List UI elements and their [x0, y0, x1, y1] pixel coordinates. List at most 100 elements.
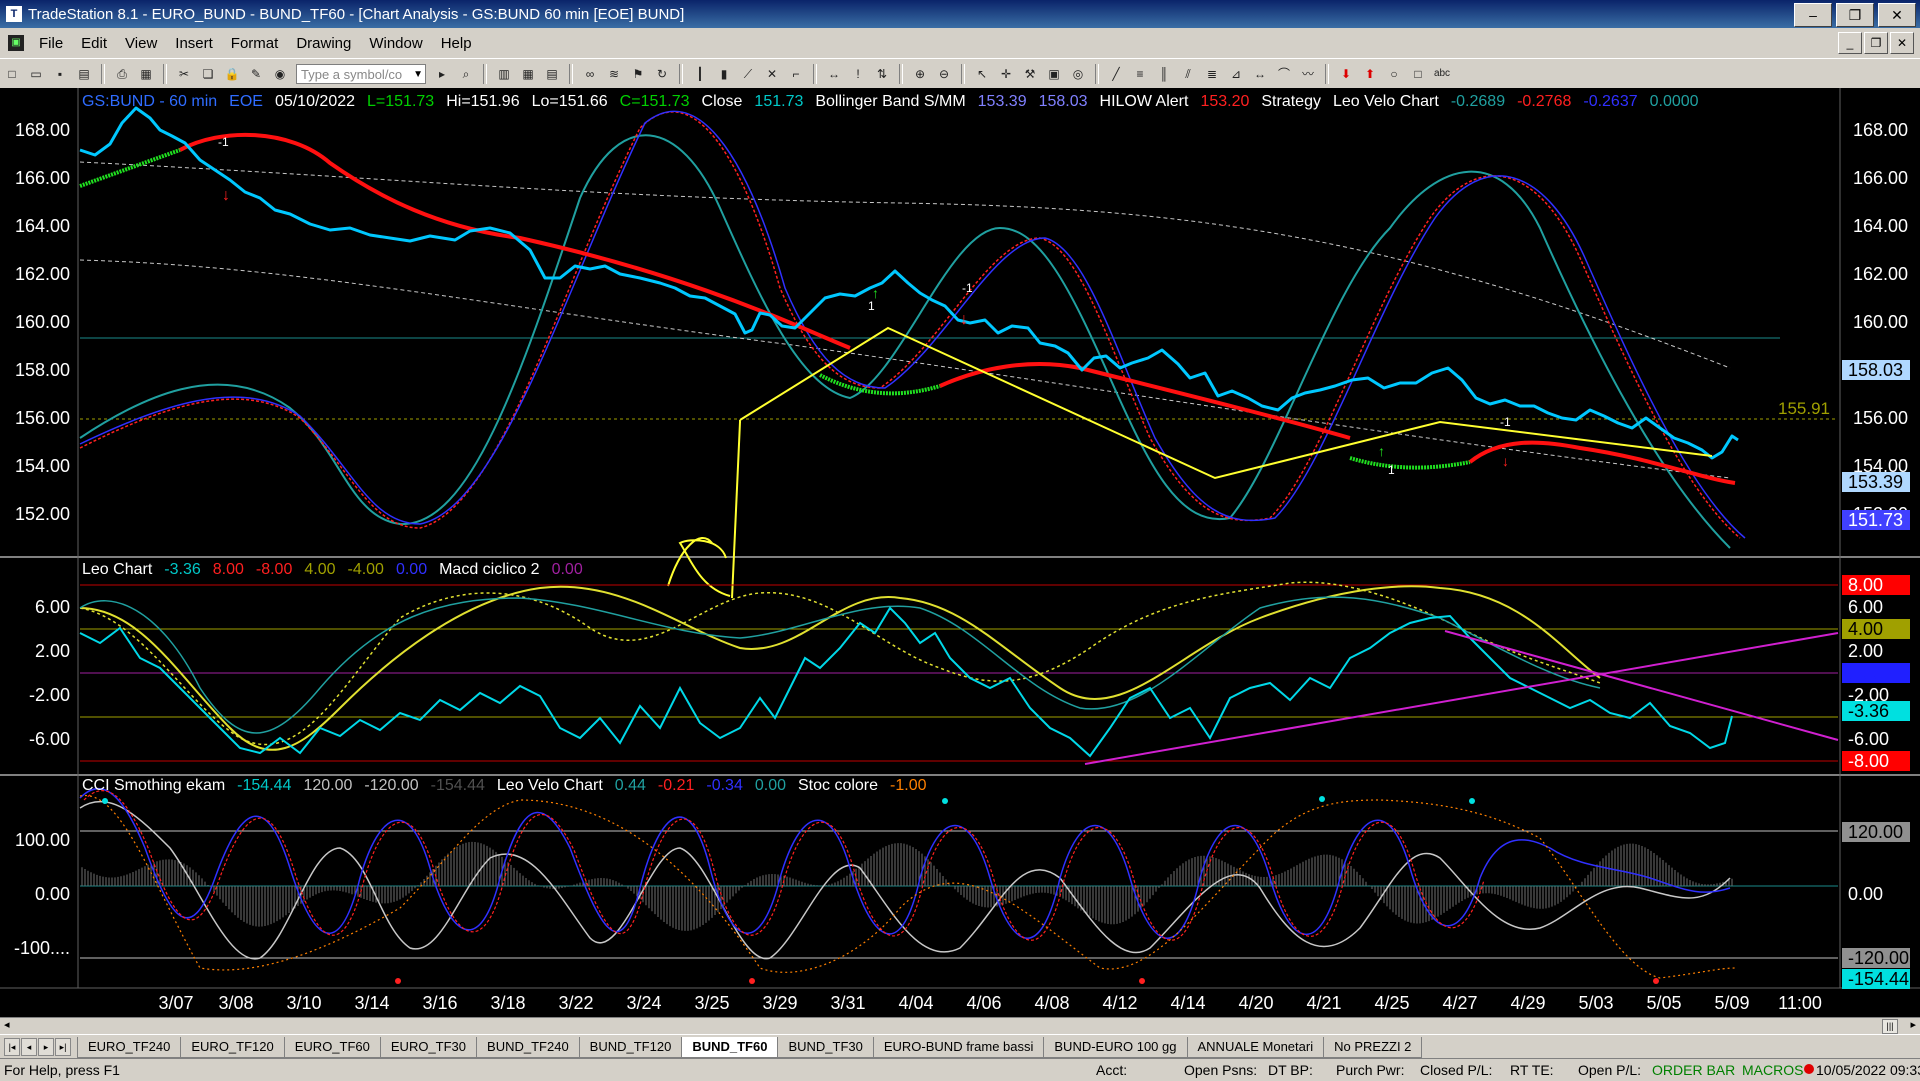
workspace-tab[interactable]: EURO_TF60 — [283, 1036, 381, 1058]
zoom-out-icon[interactable]: ⊖ — [934, 64, 954, 84]
stoc-dot[interactable] — [1469, 798, 1475, 804]
workspace-tab[interactable]: BUND_TF240 — [476, 1036, 580, 1058]
save-icon[interactable]: ▪ — [50, 64, 70, 84]
lock-icon[interactable]: 🔒 — [222, 64, 242, 84]
leo-teal-line[interactable] — [79, 596, 1601, 734]
scroll-right-icon[interactable]: ▸ — [1910, 1018, 1916, 1031]
arrow-down-icon[interactable]: ⬇ — [1336, 64, 1356, 84]
macd-yellow-dotted[interactable] — [79, 581, 1601, 746]
strategy-marker[interactable]: 1 — [1388, 463, 1395, 477]
workspace-tab[interactable]: EURO_TF30 — [379, 1036, 478, 1058]
symbol-input[interactable]: Type a symbol/co ▼ — [296, 64, 426, 84]
find-icon[interactable]: ⌕ — [456, 64, 476, 84]
horizontal-line-icon[interactable]: ≡ — [1130, 64, 1150, 84]
hilow-green-segment[interactable] — [819, 373, 941, 396]
arrow-icon[interactable]: ↔ — [1250, 64, 1270, 84]
zoom-in-icon[interactable]: ⊕ — [910, 64, 930, 84]
tab-first-icon[interactable]: |◂ — [4, 1038, 20, 1056]
gann-icon[interactable]: ⊿ — [1226, 64, 1246, 84]
cci-white-line[interactable] — [79, 800, 1731, 960]
channel-icon[interactable]: ⫽ — [1178, 64, 1198, 84]
data-window-icon[interactable]: ▣ — [1044, 64, 1064, 84]
tools-icon[interactable]: ⚒ — [1020, 64, 1040, 84]
print-icon[interactable]: ⎙ — [112, 64, 132, 84]
stoc-dot[interactable] — [1319, 796, 1325, 802]
workspace-tab[interactable]: EURO-BUND frame bassi — [872, 1036, 1045, 1058]
workspace-tab[interactable]: BUND_TF120 — [578, 1036, 683, 1058]
strategy-marker[interactable]: -1 — [962, 281, 973, 295]
strategy-marker[interactable]: 1 — [868, 299, 875, 313]
velo-teal-curve[interactable] — [79, 134, 1731, 549]
stoc-dot[interactable] — [749, 978, 755, 984]
workspace-tab[interactable]: BUND-EURO 100 gg — [1043, 1036, 1188, 1058]
strategy-marker[interactable]: -1 — [1500, 415, 1511, 429]
mdi-close-button[interactable]: ✕ — [1890, 32, 1914, 54]
stoc-dot[interactable] — [102, 798, 108, 804]
new-icon[interactable]: □ — [2, 64, 22, 84]
macros-button[interactable]: MACROS — [1742, 1062, 1803, 1078]
workspace-tab[interactable]: No PREZZI 2 — [1323, 1036, 1423, 1058]
strategy-icon[interactable]: ⚑ — [628, 64, 648, 84]
trendline-icon[interactable]: ╱ — [1106, 64, 1126, 84]
menu-drawing[interactable]: Drawing — [287, 35, 360, 52]
kagi-icon[interactable]: ⌐ — [786, 64, 806, 84]
close-button[interactable]: ✕ — [1878, 3, 1916, 27]
world-icon[interactable]: ◉ — [270, 64, 290, 84]
mdi-restore-button[interactable]: ❐ — [1864, 32, 1888, 54]
point-figure-icon[interactable]: ✕ — [762, 64, 782, 84]
save-all-icon[interactable]: ▤ — [74, 64, 94, 84]
chevron-down-icon[interactable]: ▼ — [413, 65, 423, 85]
menu-format[interactable]: Format — [222, 35, 288, 52]
chart-area[interactable]: -1 -1 -1 1 1 ↑ ↑ ↓ ↓ ↓ GS:BUND - 60 min E… — [0, 88, 1920, 1017]
restore-button[interactable]: ❐ — [1836, 3, 1874, 27]
workspace-tab[interactable]: EURO_TF240 — [77, 1036, 182, 1058]
fib-icon[interactable]: ≣ — [1202, 64, 1222, 84]
text-icon[interactable]: abc — [1432, 64, 1452, 84]
arc-icon[interactable]: ⌒ — [1274, 64, 1294, 84]
cycle-icon[interactable]: ◎ — [1068, 64, 1088, 84]
trendline-rising[interactable] — [1084, 632, 1839, 765]
ellipse-icon[interactable]: ○ — [1384, 64, 1404, 84]
horizontal-scrollbar[interactable]: ◂ ▸ ||| — [0, 1017, 1920, 1035]
workspace-tab[interactable]: BUND_TF60 — [681, 1036, 779, 1058]
strategy-marker[interactable]: -1 — [218, 135, 229, 149]
chart-svg[interactable]: -1 -1 -1 1 1 ↑ ↑ ↓ ↓ ↓ GS:BUND - 60 min E… — [0, 88, 1920, 1017]
workspace-tab[interactable]: BUND_TF30 — [777, 1036, 874, 1058]
marker-icon[interactable]: ⇅ — [872, 64, 892, 84]
mdi-minimize-button[interactable]: _ — [1838, 32, 1862, 54]
bar-spacing-icon[interactable]: ↔ — [824, 64, 844, 84]
menu-edit[interactable]: Edit — [72, 35, 116, 52]
cut-icon[interactable]: ✂ — [174, 64, 194, 84]
table-icon[interactable]: ▤ — [542, 64, 562, 84]
menu-view[interactable]: View — [116, 35, 166, 52]
macd-yellow-line[interactable] — [79, 585, 1601, 751]
open-icon[interactable]: ▭ — [26, 64, 46, 84]
bar-chart-icon[interactable]: ┃ — [690, 64, 710, 84]
grid-icon[interactable]: ▦ — [518, 64, 538, 84]
buy-arrow-icon[interactable]: ↑ — [1378, 443, 1385, 459]
sell-arrow-icon[interactable]: ↓ — [222, 187, 230, 204]
hilow-green-segment[interactable] — [1349, 456, 1471, 470]
hilow-red-segment[interactable] — [179, 132, 851, 350]
freehand-icon[interactable]: 〰 — [1298, 64, 1318, 84]
pen-icon[interactable]: ✎ — [246, 64, 266, 84]
minimize-button[interactable]: – — [1794, 3, 1832, 27]
rectangle-icon[interactable]: □ — [1408, 64, 1428, 84]
chart-type-icon[interactable]: ▥ — [494, 64, 514, 84]
link-icon[interactable]: ∞ — [580, 64, 600, 84]
cci-blue-line[interactable] — [79, 787, 1731, 939]
crosshair-icon[interactable]: ✛ — [996, 64, 1016, 84]
stoc-dot[interactable] — [395, 978, 401, 984]
sell-arrow-icon[interactable]: ↓ — [1502, 453, 1509, 469]
menu-help[interactable]: Help — [432, 35, 481, 52]
tab-prev-icon[interactable]: ◂ — [21, 1038, 37, 1056]
stoc-dot[interactable] — [1139, 978, 1145, 984]
buy-arrow-icon[interactable]: ↑ — [872, 285, 879, 301]
bollinger-lower[interactable] — [79, 259, 1731, 479]
alert-icon[interactable]: ! — [848, 64, 868, 84]
tab-last-icon[interactable]: ▸| — [55, 1038, 71, 1056]
workspace-tab[interactable]: EURO_TF120 — [180, 1036, 285, 1058]
candle-icon[interactable]: ▮ — [714, 64, 734, 84]
stoc-dot[interactable] — [1653, 978, 1659, 984]
leo-chart-line[interactable] — [79, 606, 1733, 758]
